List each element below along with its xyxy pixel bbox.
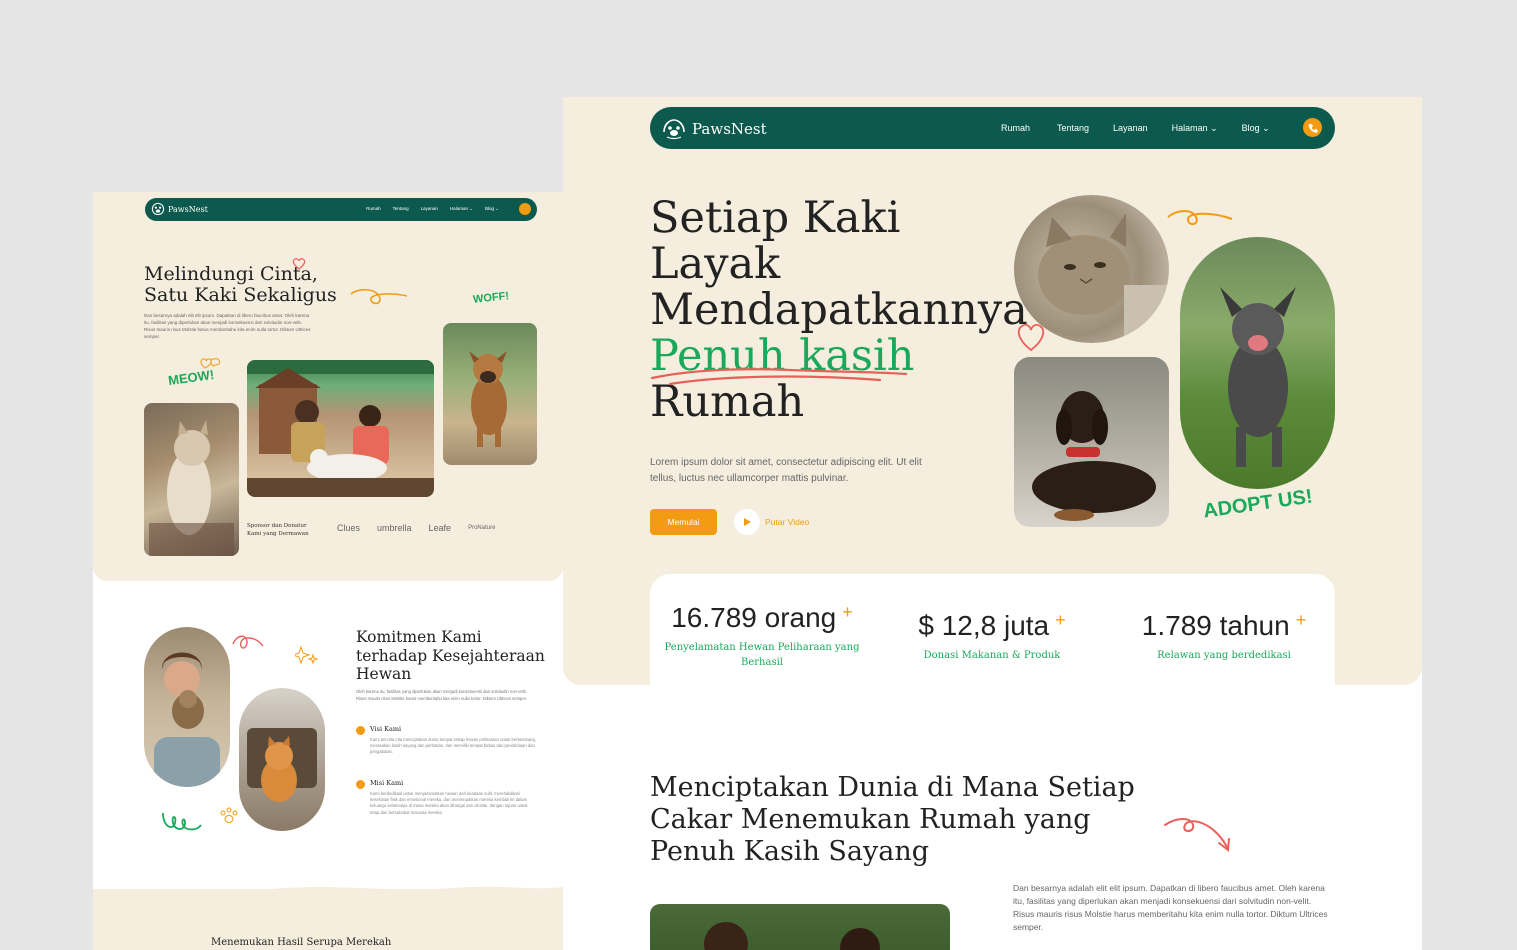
orange-cat-photo [239, 688, 325, 831]
hero-line-2: Layak [650, 239, 781, 289]
squiggle-doodle-icon [232, 635, 264, 649]
left-bottom-section: Menemukan Hasil Serupa Merekah [93, 886, 563, 950]
hero-line-3: Mendapatkannya [650, 285, 1028, 335]
left-nav-rumah[interactable]: Rumah [366, 206, 381, 212]
sponsor-brands: Clues umbrella Leafe ProNature [337, 523, 495, 533]
stat-volunteers: 1.789 tahun + Relawan yang berdedikasi [1124, 610, 1324, 663]
left-hero-text: Dan besarnya adalah elit elit ipsum. Dap… [144, 313, 311, 339]
adopt-us-doodle: ADOPT US! [1201, 485, 1314, 523]
squiggle-doodle-icon [1167, 210, 1233, 225]
hero-line-1: Setiap Kaki [650, 193, 901, 243]
hero-title: Setiap Kaki Layak Mendapatkannya Penuh k… [650, 195, 1040, 425]
woff-doodle: WOFF! [472, 290, 510, 306]
left-nav-halaman[interactable]: Halaman ⌄ [450, 206, 473, 212]
phone-icon[interactable] [519, 203, 531, 215]
sparkle-doodle-icon [295, 645, 319, 665]
volunteers-photo [650, 904, 950, 950]
stats-card: 16.789 orang + Penyelamatan Hewan Pelihar… [650, 574, 1335, 685]
play-icon [744, 518, 751, 526]
left-nav-tentang[interactable]: Tentang [393, 206, 409, 212]
stat-volunteers-value: 1.789 tahun [1141, 610, 1290, 641]
phone-button[interactable] [1303, 118, 1322, 137]
right-hero-section: PawsNest Rumah Tentang Layanan Halaman ⌄… [563, 97, 1422, 685]
paw-logo-icon [663, 119, 685, 140]
vision-text: Kami berciita-cita menciptakan dunia tem… [370, 737, 536, 755]
plus-icon: + [1295, 610, 1307, 630]
left-nav-blog[interactable]: Blog ⌄ [485, 206, 499, 212]
mission-text: Kami berdedikasi untuk menyelamatkan hew… [370, 791, 528, 815]
start-button[interactable]: Memulai [650, 509, 717, 535]
squiggle-doodle-icon [162, 812, 202, 831]
hero-text: Lorem ipsum dolor sit amet, consectetur … [650, 457, 922, 484]
right-logo[interactable]: PawsNest [661, 118, 767, 140]
play-video-label[interactable]: Putar Video [765, 517, 809, 527]
commitment-title: Komitmen Kami terhadap Kesejahteraan Hew… [356, 628, 545, 683]
phone-icon [1308, 123, 1318, 133]
nav-layanan[interactable]: Layanan [1113, 123, 1148, 134]
stat-volunteers-label: Relawan yang berdedikasi [1157, 650, 1291, 661]
section-text: Dan besarnya adalah elit elit ipsum. Dap… [1013, 883, 1328, 932]
underline-doodle [650, 368, 908, 386]
people-dog-photo [247, 360, 434, 497]
nav-rumah[interactable]: Rumah [1001, 123, 1030, 134]
stat-donations: $ 12,8 juta + Donasi Makanan & Produk [892, 610, 1092, 663]
right-brand-name: PawsNest [692, 120, 767, 138]
nav-tentang[interactable]: Tentang [1057, 123, 1089, 134]
target-icon [356, 726, 365, 735]
heart-doodle-icon [292, 258, 306, 270]
nav-blog[interactable]: Blog ⌄ [1242, 123, 1270, 134]
plus-icon: + [842, 602, 853, 622]
flag-icon [356, 780, 365, 789]
brand-leafe: Leafe [428, 523, 452, 533]
paw-doodle-icon [220, 807, 238, 823]
stat-donations-label: Donasi Makanan & Produk [923, 650, 1061, 661]
play-button[interactable] [734, 509, 760, 535]
left-nav-layanan[interactable]: Layanan [421, 206, 438, 212]
commitment-text: Oleh karena itu, fasilitas yang diperluk… [356, 689, 528, 701]
cat-photo [144, 403, 239, 556]
nav-halaman[interactable]: Halaman ⌄ [1172, 123, 1218, 134]
running-dog-photo [443, 323, 537, 465]
brand-umbrella: umbrella [377, 523, 412, 533]
stat-donations-value: $ 12,8 juta [918, 610, 1050, 641]
squiggle-doodle-icon [350, 288, 408, 305]
man-cat-photo [144, 627, 230, 787]
brand-clues: Clues [337, 523, 361, 533]
left-brand-name: PawsNest [168, 204, 208, 214]
left-navbar: PawsNest Rumah Tentang Layanan Halaman ⌄… [145, 198, 537, 221]
stat-rescues-value: 16.789 orang [671, 602, 837, 633]
arrow-doodle-icon [1164, 818, 1230, 852]
right-page-preview: PawsNest Rumah Tentang Layanan Halaman ⌄… [563, 97, 1422, 950]
brand-pronature: ProNature [468, 525, 496, 531]
heart-doodle-icon [200, 358, 220, 369]
section-title: Menciptakan Dunia di Mana Setiap Cakar M… [650, 772, 1135, 867]
left-hero-title: Melindungi Cinta, Satu Kaki Sekaligus [144, 263, 337, 306]
left-page-preview: PawsNest Rumah Tentang Layanan Halaman ⌄… [93, 192, 563, 950]
sponsor-label: Sponsor dan Donatur Kami yang Dermawan [247, 523, 309, 537]
mission-title: Misi Kami [370, 779, 404, 787]
left-logo[interactable]: PawsNest [151, 202, 208, 216]
mission-block: Misi Kami Kami berdedikasi untuk menyela… [356, 779, 536, 816]
running-grey-dog-photo [1180, 237, 1335, 489]
right-navbar: PawsNest Rumah Tentang Layanan Halaman ⌄… [650, 107, 1335, 149]
left-bottom-heading: Menemukan Hasil Serupa Merekah [211, 937, 392, 948]
plus-icon: + [1055, 610, 1066, 630]
heart-doodle-icon [1017, 323, 1045, 352]
stat-rescues-label: Penyelamatan Hewan Peliharaan yang Berha… [664, 642, 860, 668]
stat-rescues: 16.789 orang + Penyelamatan Hewan Pelihar… [662, 602, 862, 670]
vision-block: Visi Kami Kami berciita-cita menciptakan… [356, 725, 536, 756]
meow-doodle: MEOW! [167, 366, 216, 389]
left-hero-section: PawsNest Rumah Tentang Layanan Halaman ⌄… [93, 192, 563, 581]
paw-logo-icon [151, 202, 165, 216]
vision-title: Visi Kami [370, 725, 402, 733]
dachshund-photo [1014, 357, 1169, 527]
